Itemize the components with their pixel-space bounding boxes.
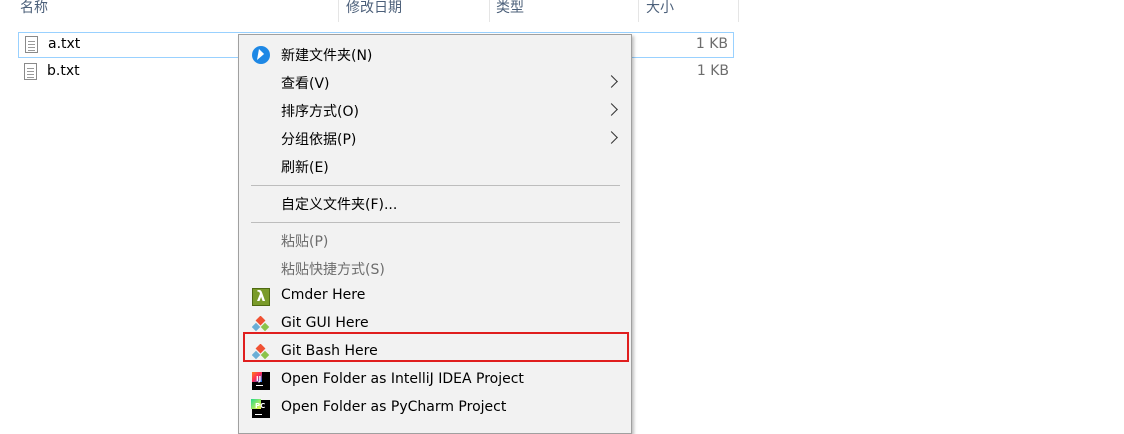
menu-item-open-pycharm[interactable]: PC Open Folder as PyCharm Project <box>239 395 631 423</box>
column-size[interactable]: 大小 <box>644 0 674 22</box>
menu-separator <box>251 222 620 223</box>
menu-item-paste: 粘贴(P) <box>239 227 631 255</box>
menu-item-label: 查看(V) <box>281 76 330 92</box>
menu-item-label: 排序方式(O) <box>281 104 359 120</box>
menu-item-label: 刷新(E) <box>281 160 329 176</box>
file-size: 1 KB <box>696 63 729 79</box>
chevron-right-icon <box>605 131 618 144</box>
column-header: 名称 修改日期 类型 大小 <box>0 0 740 22</box>
text-file-icon <box>25 36 38 53</box>
menu-item-label: 自定义文件夹(F)... <box>281 197 398 213</box>
idea-glyph: IJ <box>256 375 262 383</box>
menu-item-label: Git GUI Here <box>281 315 369 331</box>
column-divider[interactable] <box>338 0 339 22</box>
column-date[interactable]: 修改日期 <box>344 0 402 22</box>
intellij-idea-icon: IJ <box>252 372 270 390</box>
column-divider[interactable] <box>489 0 490 22</box>
text-file-icon <box>24 63 37 80</box>
menu-item-cmder-here[interactable]: λ Cmder Here <box>239 283 631 311</box>
cmder-icon: λ <box>252 288 270 306</box>
menu-item-new-folder[interactable]: 新建文件夹(N) <box>239 41 631 69</box>
menu-item-label: Open Folder as PyCharm Project <box>281 399 507 415</box>
file-size: 1 KB <box>695 36 728 52</box>
menu-item-label: 粘贴快捷方式(S) <box>281 262 385 278</box>
menu-item-label: 分组依据(P) <box>281 132 357 148</box>
menu-separator <box>251 185 620 186</box>
menu-item-refresh[interactable]: 刷新(E) <box>239 153 631 181</box>
menu-item-group-by[interactable]: 分组依据(P) <box>239 125 631 153</box>
chevron-right-icon <box>605 75 618 88</box>
menu-item-label: Cmder Here <box>281 287 366 303</box>
file-name: b.txt <box>47 63 80 79</box>
menu-item-label: Open Folder as IntelliJ IDEA Project <box>281 371 524 387</box>
highlight-box <box>243 332 629 362</box>
column-type[interactable]: 类型 <box>494 0 524 22</box>
menu-item-label: 新建文件夹(N) <box>281 48 373 64</box>
menu-item-view[interactable]: 查看(V) <box>239 69 631 97</box>
file-name: a.txt <box>48 36 81 52</box>
pycharm-glyph: PC <box>255 402 266 410</box>
menu-item-sort-by[interactable]: 排序方式(O) <box>239 97 631 125</box>
pycharm-icon: PC <box>251 399 270 418</box>
menu-item-label: 粘贴(P) <box>281 234 329 250</box>
menu-item-open-intellij-idea[interactable]: IJ Open Folder as IntelliJ IDEA Project <box>239 367 631 395</box>
menu-item-paste-shortcut: 粘贴快捷方式(S) <box>239 255 631 283</box>
context-menu: 新建文件夹(N) 查看(V) 排序方式(O) 分组依据(P) 刷新(E) 自定义… <box>238 34 632 434</box>
new-folder-icon <box>252 46 270 64</box>
column-name[interactable]: 名称 <box>18 0 48 22</box>
column-divider[interactable] <box>738 0 739 22</box>
column-divider[interactable] <box>638 0 639 22</box>
menu-item-customize-folder[interactable]: 自定义文件夹(F)... <box>239 190 631 218</box>
chevron-right-icon <box>605 103 618 116</box>
